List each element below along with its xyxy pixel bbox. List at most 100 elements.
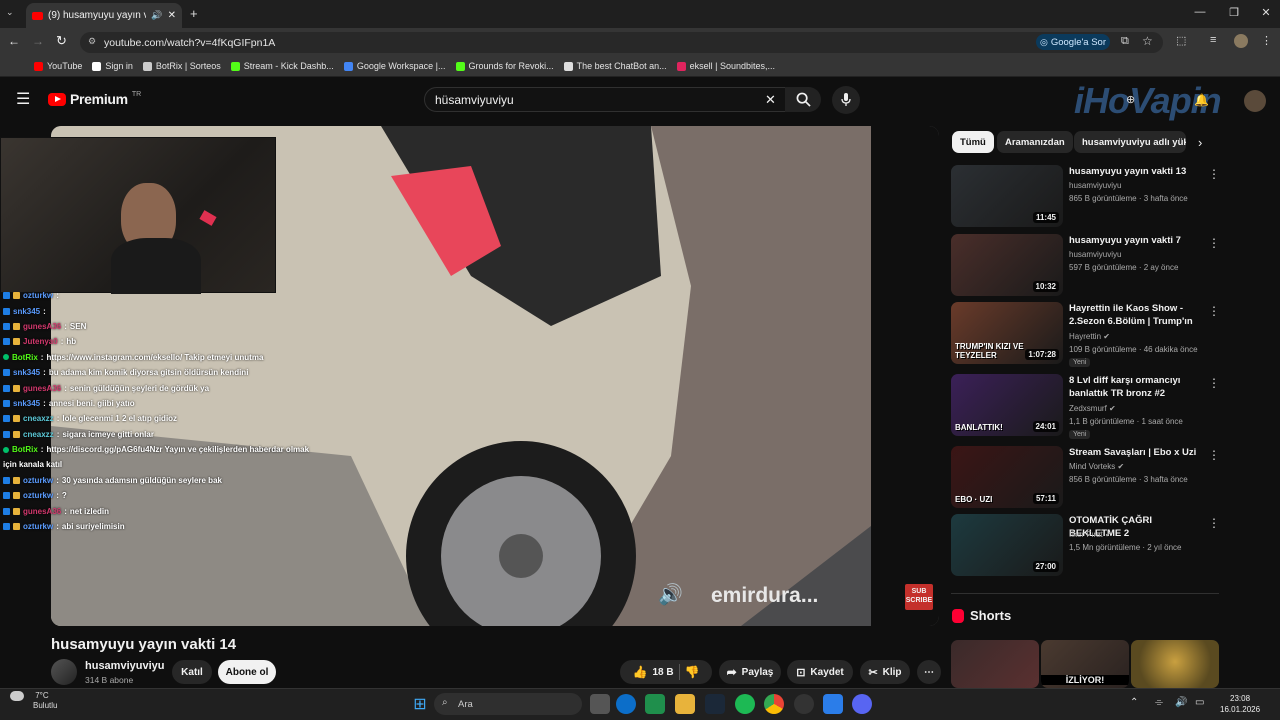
video-menu-icon[interactable]: ⋮ — [1208, 516, 1220, 530]
related-channel-name[interactable]: Zedxsmurf ✔ — [1069, 404, 1116, 413]
video-menu-icon[interactable]: ⋮ — [1208, 236, 1220, 250]
related-video-title[interactable]: husamyuyu yayın vakti 7 — [1069, 234, 1205, 247]
related-video-card[interactable]: EBO · UZI 57:11 Stream Savaşları | Ebo x U… — [951, 446, 1220, 508]
short-thumbnail[interactable] — [1131, 640, 1219, 688]
windows-start-icon[interactable]: ⊞ — [410, 694, 430, 714]
related-video-title[interactable]: Hayrettin ile Kaos Show - 2.Sezon 6.Bölü… — [1069, 302, 1205, 328]
related-channel-name[interactable]: Hayrettin ✔ — [1069, 332, 1110, 341]
youtube-logo[interactable]: Premium TR — [48, 91, 141, 107]
back-icon[interactable]: ← — [8, 34, 20, 48]
bookmark-item[interactable]: Sign in — [92, 61, 133, 71]
search-input[interactable]: hüsamviyuviyu ✕ — [424, 87, 788, 112]
related-channel-name[interactable]: husamviyuviyu — [1069, 250, 1121, 259]
related-video-title[interactable]: husamyuyu yayın vakti 13 — [1069, 165, 1205, 178]
bookmark-item[interactable]: YouTube — [34, 61, 82, 71]
tray-chevron-icon[interactable]: ⌃ — [1130, 697, 1138, 708]
related-channel-name[interactable]: husamviyuviyu — [1069, 181, 1121, 190]
weather-widget[interactable]: 7°C Bulutlu — [10, 691, 57, 710]
channel-avatar[interactable] — [51, 659, 77, 685]
clock[interactable]: 23:08 16.01.2026 — [1220, 693, 1260, 715]
new-tab-icon[interactable]: + — [190, 6, 198, 21]
search-button[interactable] — [785, 87, 821, 112]
profile-avatar[interactable] — [1234, 34, 1248, 48]
edge-icon[interactable] — [616, 694, 636, 714]
dislike-icon[interactable]: 👎 — [685, 665, 700, 679]
join-button[interactable]: Katıl — [172, 660, 212, 684]
chip-all[interactable]: Tümü — [952, 131, 994, 153]
subscribe-watermark[interactable]: SUB SCRIBE — [905, 584, 933, 610]
voice-search-button[interactable] — [832, 86, 860, 114]
bookmark-star-icon[interactable]: ☆ — [1142, 34, 1153, 48]
related-channel-name[interactable]: İlker Fırat ✔ — [1069, 530, 1112, 539]
related-video-card[interactable]: 11:45 husamyuyu yayın vakti 13 husamviyuvi… — [951, 165, 1220, 227]
video-thumbnail[interactable]: 27:00 — [951, 514, 1063, 576]
close-tab-icon[interactable]: ✕ — [168, 10, 176, 21]
video-menu-icon[interactable]: ⋮ — [1208, 167, 1220, 181]
video-thumbnail[interactable]: TRUMP'IN KIZI VE TEYZELER 1:07:28 — [951, 302, 1063, 364]
task-view-icon[interactable] — [590, 694, 610, 714]
video-thumbnail[interactable]: BANLATTIK! 24:01 — [951, 374, 1063, 436]
video-thumbnail[interactable]: EBO · UZI 57:11 — [951, 446, 1063, 508]
app-icon[interactable] — [823, 694, 843, 714]
bookmark-item[interactable]: The best ChatBot an... — [563, 61, 667, 71]
chrome-icon[interactable] — [764, 694, 784, 714]
forward-icon[interactable]: → — [32, 34, 44, 48]
file-explorer-icon[interactable] — [675, 694, 695, 714]
minimize-icon[interactable]: — — [1190, 6, 1210, 18]
account-avatar[interactable] — [1244, 90, 1266, 112]
hamburger-menu-icon[interactable]: ☰ — [16, 89, 30, 109]
spotify-icon[interactable] — [735, 694, 755, 714]
video-menu-icon[interactable]: ⋮ — [1208, 376, 1220, 390]
bookmark-item[interactable]: BotRix | Sorteos — [142, 61, 221, 71]
subscribe-button[interactable]: Abone ol — [218, 660, 276, 684]
like-count[interactable]: 18 B — [652, 667, 673, 678]
discord-icon[interactable] — [852, 694, 872, 714]
short-thumbnail[interactable]: İZLİYOR! — [1041, 640, 1129, 688]
video-menu-icon[interactable]: ⋮ — [1208, 304, 1220, 318]
bookmark-item[interactable]: Grounds for Revoki... — [455, 61, 554, 71]
related-video-card[interactable]: 10:32 husamyuyu yayın vakti 7 husamviyuviy… — [951, 234, 1220, 296]
mute-icon[interactable]: 🔊 — [658, 582, 683, 607]
browser-tab[interactable]: (9) husamyuyu yayın vakti 1 🔊 ✕ — [26, 3, 182, 28]
bookmark-item[interactable]: eksell | Soundbites,... — [676, 61, 775, 71]
tab-list-icon[interactable]: ⌄ — [6, 7, 14, 18]
more-actions-button[interactable]: ⋯ — [917, 660, 941, 684]
clip-button[interactable]: ✂ Klip — [860, 660, 910, 684]
steam-icon[interactable] — [705, 694, 725, 714]
like-icon[interactable]: 👍 — [632, 665, 647, 679]
clear-search-icon[interactable]: ✕ — [765, 92, 776, 108]
close-window-icon[interactable]: ✕ — [1256, 6, 1276, 19]
video-thumbnail[interactable]: 11:45 — [951, 165, 1063, 227]
chip-from-search[interactable]: Aramanızdan — [997, 131, 1073, 153]
volume-icon[interactable]: 🔊 — [1175, 697, 1187, 708]
short-thumbnail[interactable] — [951, 640, 1039, 688]
video-menu-icon[interactable]: ⋮ — [1208, 448, 1220, 462]
related-video-title[interactable]: 8 Lvl diff karşı ormancıyı banlattık TR … — [1069, 374, 1205, 400]
excel-icon[interactable] — [645, 694, 665, 714]
google-ask-button[interactable]: ◎ Google'a Sor — [1036, 34, 1110, 50]
maximize-icon[interactable]: ❐ — [1224, 6, 1244, 19]
related-video-card[interactable]: TRUMP'IN KIZI VE TEYZELER 1:07:28 Hayretti… — [951, 302, 1220, 367]
chip-channel-uploads[interactable]: husamviyuviyu adlı yükle — [1074, 131, 1186, 153]
battery-icon[interactable]: ▭ — [1195, 697, 1204, 708]
taskbar-search[interactable]: ⌕ Ara — [434, 693, 582, 715]
video-thumbnail[interactable]: 10:32 — [951, 234, 1063, 296]
chip-next-icon[interactable]: › — [1198, 135, 1202, 150]
extensions-icon[interactable]: ⬚ — [1176, 34, 1186, 47]
bookmark-item[interactable]: Google Workspace |... — [343, 61, 446, 71]
share-button[interactable]: ➦ Paylaş — [719, 660, 781, 684]
related-video-card[interactable]: 27:00 OTOMATİK ÇAĞRI BEKLETME 2 İlker Fıra… — [951, 514, 1220, 576]
related-video-title[interactable]: Stream Savaşları | Ebo x Uzi — [1069, 446, 1205, 459]
audio-icon[interactable]: 🔊 — [151, 10, 162, 21]
address-bar[interactable]: ⚙ youtube.com/watch?v=4fKqGIFpn1A — [80, 32, 1163, 53]
related-video-card[interactable]: BANLATTIK! 24:01 8 Lvl diff karşı ormancıy… — [951, 374, 1220, 439]
bookmark-item[interactable]: Stream - Kick Dashb... — [230, 61, 334, 71]
network-icon[interactable]: ⌯ — [1155, 697, 1163, 708]
create-icon[interactable]: ⊕ — [1126, 93, 1135, 106]
install-icon[interactable]: ⧉ — [1121, 35, 1129, 48]
reload-icon[interactable]: ↻ — [56, 33, 67, 49]
save-button[interactable]: ⊡ Kaydet — [787, 660, 853, 684]
related-channel-name[interactable]: Mind Vorteks ✔ — [1069, 462, 1124, 471]
site-info-icon[interactable]: ⚙ — [88, 36, 96, 47]
media-control-icon[interactable]: ≡ — [1210, 34, 1216, 46]
